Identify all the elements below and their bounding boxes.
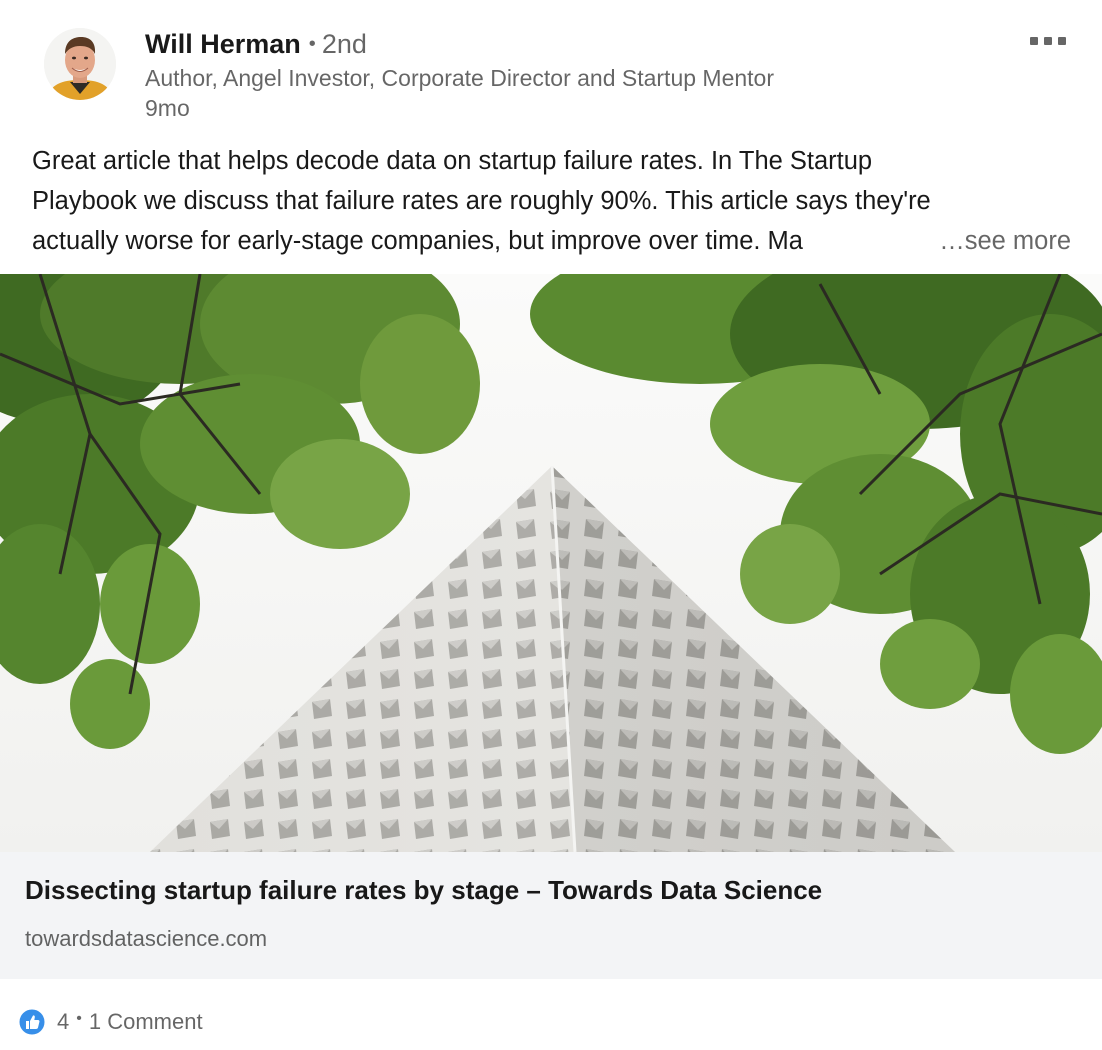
- post-commentary: Great article that helps decode data on …: [32, 141, 1077, 261]
- article-image[interactable]: [0, 274, 1102, 852]
- more-horizontal-icon: [1030, 37, 1038, 45]
- actor-avatar[interactable]: [44, 28, 116, 100]
- article-title[interactable]: Dissecting startup failure rates by stag…: [25, 872, 822, 908]
- commentary-line: Great article that helps decode data on …: [32, 147, 873, 175]
- degree-separator-dot: •: [308, 33, 316, 55]
- more-horizontal-icon-dot: [1058, 37, 1066, 45]
- reactions-count[interactable]: 4: [57, 1009, 69, 1035]
- feed-post-card: Will Herman • 2nd Author, Angel Investor, …: [0, 0, 1102, 1050]
- commentary-line: actually worse for early-stage companies…: [32, 227, 803, 255]
- article-source: towardsdatascience.com: [25, 926, 268, 951]
- post-header: Will Herman • 2nd Author, Angel Investor, …: [0, 0, 1102, 130]
- commentary-line: Playbook we discuss that failure rates a…: [32, 187, 931, 215]
- more-horizontal-icon-dot: [1044, 37, 1052, 45]
- see-more-button[interactable]: …see more: [927, 221, 1071, 261]
- actor-headline: Author, Angel Investor, Corporate Direct…: [145, 65, 775, 91]
- comments-count[interactable]: 1 Comment: [89, 1009, 203, 1035]
- more-options-button[interactable]: [1020, 26, 1076, 56]
- post-timestamp: 9mo: [145, 95, 190, 121]
- actor-name-line: Will Herman • 2nd: [145, 26, 367, 65]
- social-counts: 4 • 1 Comment: [18, 1006, 203, 1038]
- count-separator: •: [76, 1010, 82, 1027]
- article-link-info[interactable]: Dissecting startup failure rates by stag…: [0, 852, 1102, 979]
- actor-name[interactable]: Will Herman: [145, 29, 301, 59]
- connection-degree: 2nd: [321, 29, 367, 59]
- like-thumbs-up-icon[interactable]: [18, 1008, 46, 1036]
